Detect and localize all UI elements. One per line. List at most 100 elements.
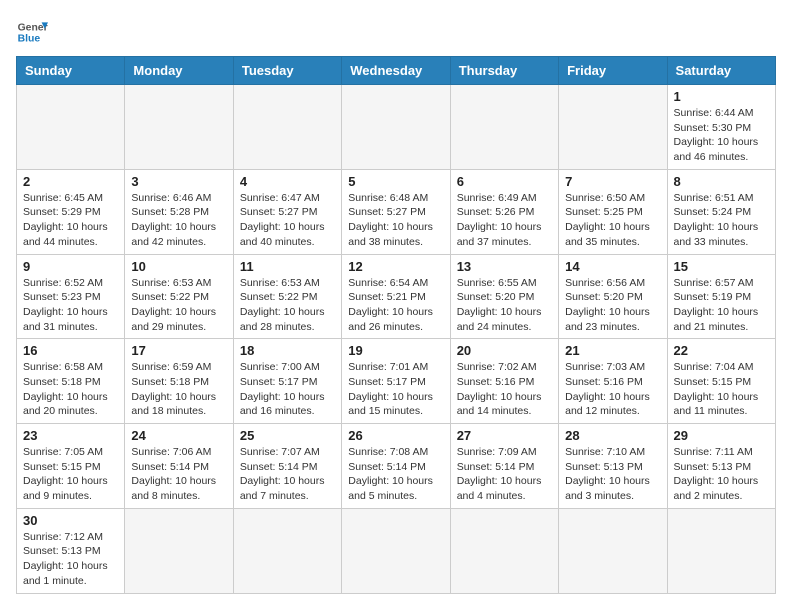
svg-text:Blue: Blue	[18, 34, 41, 45]
calendar-cell: 13 Sunrise: 6:55 AM Sunset: 5:20 PM Dayli…	[450, 254, 558, 339]
calendar-cell: 8 Sunrise: 6:51 AM Sunset: 5:24 PM Daylig…	[667, 169, 775, 254]
week-row-4: 16 Sunrise: 6:58 AM Sunset: 5:18 PM Dayli…	[17, 339, 776, 424]
day-info: Sunrise: 6:56 AM Sunset: 5:20 PM Dayligh…	[565, 276, 660, 335]
header: General Blue	[16, 16, 776, 48]
calendar-cell: 18 Sunrise: 7:00 AM Sunset: 5:17 PM Dayli…	[233, 339, 341, 424]
week-row-2: 2 Sunrise: 6:45 AM Sunset: 5:29 PM Daylig…	[17, 169, 776, 254]
calendar-cell: 10 Sunrise: 6:53 AM Sunset: 5:22 PM Dayli…	[125, 254, 233, 339]
day-info: Sunrise: 7:04 AM Sunset: 5:15 PM Dayligh…	[674, 360, 769, 419]
day-info: Sunrise: 7:12 AM Sunset: 5:13 PM Dayligh…	[23, 530, 118, 589]
day-number: 13	[457, 259, 552, 274]
calendar-cell: 16 Sunrise: 6:58 AM Sunset: 5:18 PM Dayli…	[17, 339, 125, 424]
day-info: Sunrise: 6:50 AM Sunset: 5:25 PM Dayligh…	[565, 191, 660, 250]
day-info: Sunrise: 6:59 AM Sunset: 5:18 PM Dayligh…	[131, 360, 226, 419]
day-info: Sunrise: 6:48 AM Sunset: 5:27 PM Dayligh…	[348, 191, 443, 250]
calendar-cell: 12Sunrise: 6:54 AM Sunset: 5:21 PM Dayli…	[342, 254, 450, 339]
day-number: 2	[23, 174, 118, 189]
day-number: 18	[240, 343, 335, 358]
calendar-cell	[559, 85, 667, 170]
calendar-cell: 26 Sunrise: 7:08 AM Sunset: 5:14 PM Dayli…	[342, 424, 450, 509]
day-info: Sunrise: 6:51 AM Sunset: 5:24 PM Dayligh…	[674, 191, 769, 250]
calendar-cell	[125, 508, 233, 593]
calendar-cell	[125, 85, 233, 170]
week-row-5: 23 Sunrise: 7:05 AM Sunset: 5:15 PM Dayli…	[17, 424, 776, 509]
weekday-sunday: Sunday	[17, 57, 125, 85]
calendar-cell: 21 Sunrise: 7:03 AM Sunset: 5:16 PM Dayli…	[559, 339, 667, 424]
day-number: 4	[240, 174, 335, 189]
calendar-cell: 30 Sunrise: 7:12 AM Sunset: 5:13 PM Dayli…	[17, 508, 125, 593]
day-info: Sunrise: 7:09 AM Sunset: 5:14 PM Dayligh…	[457, 445, 552, 504]
day-number: 8	[674, 174, 769, 189]
logo-icon: General Blue	[16, 16, 48, 48]
calendar-cell: 11 Sunrise: 6:53 AM Sunset: 5:22 PM Dayli…	[233, 254, 341, 339]
calendar-cell	[667, 508, 775, 593]
calendar-cell	[450, 85, 558, 170]
day-info: Sunrise: 6:53 AM Sunset: 5:22 PM Dayligh…	[240, 276, 335, 335]
day-info: Sunrise: 6:49 AM Sunset: 5:26 PM Dayligh…	[457, 191, 552, 250]
day-number: 11	[240, 259, 335, 274]
day-info: Sunrise: 6:53 AM Sunset: 5:22 PM Dayligh…	[131, 276, 226, 335]
calendar-cell: 23 Sunrise: 7:05 AM Sunset: 5:15 PM Dayli…	[17, 424, 125, 509]
calendar-cell: 9 Sunrise: 6:52 AM Sunset: 5:23 PM Daylig…	[17, 254, 125, 339]
day-info: Sunrise: 6:45 AM Sunset: 5:29 PM Dayligh…	[23, 191, 118, 250]
day-number: 17	[131, 343, 226, 358]
day-number: 25	[240, 428, 335, 443]
calendar-cell: 14 Sunrise: 6:56 AM Sunset: 5:20 PM Dayli…	[559, 254, 667, 339]
calendar-cell: 25 Sunrise: 7:07 AM Sunset: 5:14 PM Dayli…	[233, 424, 341, 509]
calendar-cell: 4Sunrise: 6:47 AM Sunset: 5:27 PM Daylig…	[233, 169, 341, 254]
calendar-cell: 27 Sunrise: 7:09 AM Sunset: 5:14 PM Dayli…	[450, 424, 558, 509]
calendar-cell: 29 Sunrise: 7:11 AM Sunset: 5:13 PM Dayli…	[667, 424, 775, 509]
day-info: Sunrise: 6:55 AM Sunset: 5:20 PM Dayligh…	[457, 276, 552, 335]
day-number: 20	[457, 343, 552, 358]
day-number: 24	[131, 428, 226, 443]
day-number: 30	[23, 513, 118, 528]
day-info: Sunrise: 6:52 AM Sunset: 5:23 PM Dayligh…	[23, 276, 118, 335]
calendar-cell: 22 Sunrise: 7:04 AM Sunset: 5:15 PM Dayli…	[667, 339, 775, 424]
day-info: Sunrise: 7:10 AM Sunset: 5:13 PM Dayligh…	[565, 445, 660, 504]
day-number: 21	[565, 343, 660, 358]
week-row-1: 1Sunrise: 6:44 AM Sunset: 5:30 PM Daylig…	[17, 85, 776, 170]
day-info: Sunrise: 6:57 AM Sunset: 5:19 PM Dayligh…	[674, 276, 769, 335]
day-info: Sunrise: 7:07 AM Sunset: 5:14 PM Dayligh…	[240, 445, 335, 504]
calendar-cell: 6 Sunrise: 6:49 AM Sunset: 5:26 PM Daylig…	[450, 169, 558, 254]
day-number: 23	[23, 428, 118, 443]
calendar-cell: 19 Sunrise: 7:01 AM Sunset: 5:17 PM Dayli…	[342, 339, 450, 424]
weekday-wednesday: Wednesday	[342, 57, 450, 85]
calendar-cell: 1Sunrise: 6:44 AM Sunset: 5:30 PM Daylig…	[667, 85, 775, 170]
day-info: Sunrise: 7:06 AM Sunset: 5:14 PM Dayligh…	[131, 445, 226, 504]
day-number: 27	[457, 428, 552, 443]
day-info: Sunrise: 6:44 AM Sunset: 5:30 PM Dayligh…	[674, 106, 769, 165]
day-number: 10	[131, 259, 226, 274]
day-info: Sunrise: 6:46 AM Sunset: 5:28 PM Dayligh…	[131, 191, 226, 250]
weekday-header-row: SundayMondayTuesdayWednesdayThursdayFrid…	[17, 57, 776, 85]
day-number: 26	[348, 428, 443, 443]
day-info: Sunrise: 6:54 AM Sunset: 5:21 PM Dayligh…	[348, 276, 443, 335]
day-info: Sunrise: 7:05 AM Sunset: 5:15 PM Dayligh…	[23, 445, 118, 504]
day-number: 16	[23, 343, 118, 358]
day-number: 6	[457, 174, 552, 189]
day-number: 9	[23, 259, 118, 274]
day-number: 29	[674, 428, 769, 443]
day-info: Sunrise: 7:08 AM Sunset: 5:14 PM Dayligh…	[348, 445, 443, 504]
day-number: 14	[565, 259, 660, 274]
day-info: Sunrise: 6:58 AM Sunset: 5:18 PM Dayligh…	[23, 360, 118, 419]
calendar-cell: 20 Sunrise: 7:02 AM Sunset: 5:16 PM Dayli…	[450, 339, 558, 424]
day-info: Sunrise: 7:03 AM Sunset: 5:16 PM Dayligh…	[565, 360, 660, 419]
day-number: 5	[348, 174, 443, 189]
calendar-cell	[342, 508, 450, 593]
calendar-cell: 24 Sunrise: 7:06 AM Sunset: 5:14 PM Dayli…	[125, 424, 233, 509]
day-info: Sunrise: 7:01 AM Sunset: 5:17 PM Dayligh…	[348, 360, 443, 419]
calendar-cell	[559, 508, 667, 593]
day-number: 19	[348, 343, 443, 358]
calendar-cell: 7Sunrise: 6:50 AM Sunset: 5:25 PM Daylig…	[559, 169, 667, 254]
day-info: Sunrise: 7:00 AM Sunset: 5:17 PM Dayligh…	[240, 360, 335, 419]
day-number: 22	[674, 343, 769, 358]
day-info: Sunrise: 7:02 AM Sunset: 5:16 PM Dayligh…	[457, 360, 552, 419]
day-info: Sunrise: 7:11 AM Sunset: 5:13 PM Dayligh…	[674, 445, 769, 504]
calendar-cell	[17, 85, 125, 170]
logo: General Blue	[16, 16, 48, 48]
calendar-cell: 2 Sunrise: 6:45 AM Sunset: 5:29 PM Daylig…	[17, 169, 125, 254]
calendar-cell: 17 Sunrise: 6:59 AM Sunset: 5:18 PM Dayli…	[125, 339, 233, 424]
day-number: 15	[674, 259, 769, 274]
calendar-cell	[342, 85, 450, 170]
